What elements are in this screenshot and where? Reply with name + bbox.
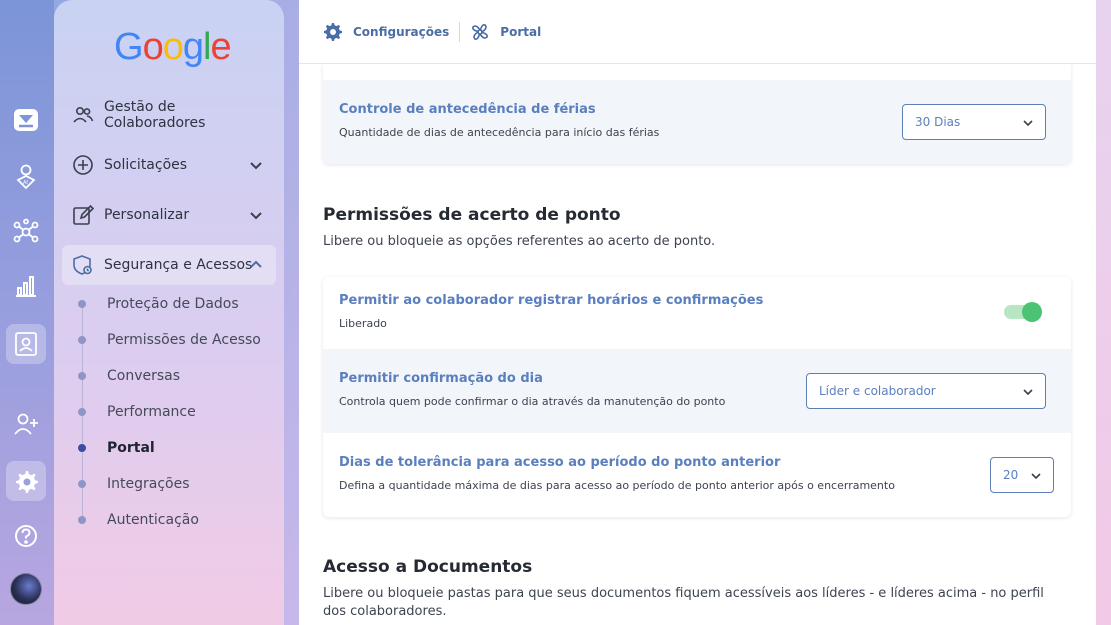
gear-icon	[324, 22, 342, 41]
chevron-down-icon	[250, 162, 262, 170]
fan-icon	[472, 23, 489, 40]
punch-section-title: Permissões de acerto de ponto	[323, 205, 621, 225]
punch-section-desc: Libere ou bloqueie as opções referentes …	[323, 234, 716, 249]
sidebar-subitem-performance[interactable]: Performance	[74, 402, 196, 422]
select-value: Líder e colaborador	[819, 384, 936, 398]
select-value: 20	[1003, 468, 1019, 482]
profile-card-icon[interactable]	[6, 324, 46, 364]
logo-letter: g	[182, 26, 204, 68]
settings-content: Controle de antecedência de férias Quant…	[299, 65, 1096, 625]
bullet-dot	[78, 408, 86, 416]
main-panel: Configurações Portal Controle de anteced…	[299, 0, 1096, 625]
google-logo: Google	[114, 26, 232, 69]
sidebar-subitem-integracoes[interactable]: Integrações	[74, 474, 190, 494]
chevron-down-icon	[1031, 473, 1041, 480]
punch-row-tolerance: Dias de tolerância para acesso ao períod…	[323, 433, 1071, 517]
sidebar-item-colaboradores[interactable]: Gestão de Colaboradores	[62, 95, 276, 135]
row-desc: Controla quem pode confirmar o dia atrav…	[339, 395, 726, 408]
sidebar-item-label: Solicitações	[104, 157, 188, 173]
subitem-label: Performance	[107, 404, 196, 420]
users-icon	[72, 104, 94, 126]
subitem-label: Proteção de Dados	[107, 296, 239, 312]
bullet-dot	[78, 444, 86, 452]
shield-icon	[72, 254, 94, 276]
sidebar-subitem-portal[interactable]: Portal	[74, 438, 155, 458]
sidebar: Google Gestão de Colaboradores Solicitaç…	[54, 0, 284, 625]
row-title: Permitir ao colaborador registrar horári…	[339, 293, 764, 308]
subitem-label: Integrações	[107, 476, 190, 492]
logo-letter: G	[114, 26, 144, 68]
sidebar-item-solicitacoes[interactable]: Solicitações	[62, 145, 276, 185]
sidebar-item-label: Segurança e Acessos	[104, 257, 253, 273]
chevron-down-icon	[1023, 120, 1033, 127]
logo-letter: e	[210, 26, 231, 68]
bullet-dot	[78, 516, 86, 524]
breadcrumb-settings[interactable]: Configurações	[323, 22, 449, 42]
tolerance-days-select[interactable]: 20	[990, 457, 1054, 493]
bullet-dot	[78, 336, 86, 344]
vacation-title: Controle de antecedência de férias	[339, 102, 596, 117]
chevron-down-icon	[1023, 389, 1033, 396]
network-icon[interactable]	[6, 212, 46, 252]
subitem-label: Conversas	[107, 368, 181, 384]
vacation-card: Controle de antecedência de férias Quant…	[323, 65, 1071, 164]
sidebar-subitem-conversas[interactable]: Conversas	[74, 366, 180, 386]
plus-circle-icon	[72, 154, 94, 176]
breadcrumb: Configurações Portal	[299, 0, 1096, 64]
bullet-dot	[78, 480, 86, 488]
logo-letter: o	[142, 26, 164, 68]
sidebar-item-personalizar[interactable]: Personalizar	[62, 195, 276, 235]
punch-card: Permitir ao colaborador registrar horári…	[323, 277, 1071, 517]
row-title: Dias de tolerância para acesso ao períod…	[339, 455, 781, 470]
register-toggle[interactable]	[1004, 302, 1042, 322]
docs-section-title: Acesso a Documentos	[323, 557, 533, 577]
avatar[interactable]	[10, 573, 42, 605]
sidebar-subitem-protecao[interactable]: Proteção de Dados	[74, 294, 239, 314]
edit-icon	[72, 204, 94, 226]
vacation-days-select[interactable]: 30 Dias	[902, 104, 1046, 140]
help-icon[interactable]	[6, 516, 46, 556]
punch-row-confirm: Permitir confirmação do dia Controla que…	[323, 349, 1071, 433]
row-desc: Liberado	[339, 317, 387, 330]
select-value: 30 Dias	[915, 115, 961, 129]
confirm-day-select[interactable]: Líder e colaborador	[806, 373, 1046, 409]
chart-icon[interactable]	[6, 266, 46, 306]
subitem-label: Permissões de Acesso	[107, 332, 261, 348]
subitem-label: Portal	[107, 440, 155, 456]
add-user-icon[interactable]	[6, 404, 46, 444]
toggle-knob	[1022, 302, 1042, 322]
scrollbar[interactable]	[1096, 0, 1111, 625]
sidebar-item-label: Personalizar	[104, 207, 190, 223]
svg-text:AI: AI	[23, 180, 28, 186]
row-title: Permitir confirmação do dia	[339, 371, 543, 386]
breadcrumb-divider	[459, 21, 461, 42]
bullet-dot	[78, 300, 86, 308]
chevron-up-icon	[250, 260, 262, 268]
sidebar-subitem-autenticacao[interactable]: Autenticação	[74, 510, 199, 530]
subitem-label: Autenticação	[107, 512, 199, 528]
icon-rail: AI	[0, 0, 54, 625]
chevron-down-icon	[250, 212, 262, 220]
vacation-desc: Quantidade de dias de antecedência para …	[339, 126, 660, 139]
punch-row-register: Permitir ao colaborador registrar horári…	[323, 277, 1071, 349]
settings-icon[interactable]	[6, 461, 46, 501]
ai-user-icon[interactable]: AI	[6, 156, 46, 196]
inbox-icon[interactable]	[6, 100, 46, 140]
bullet-dot	[78, 372, 86, 380]
docs-section-desc: Libere ou bloqueie pastas para que seus …	[323, 586, 1044, 619]
breadcrumb-portal[interactable]: Portal	[470, 22, 541, 42]
breadcrumb-label: Configurações	[353, 24, 450, 39]
vacation-row: Controle de antecedência de férias Quant…	[323, 80, 1071, 164]
logo-letter: o	[162, 26, 184, 68]
sidebar-item-label: Gestão de Colaboradores	[104, 99, 206, 131]
sidebar-item-seguranca[interactable]: Segurança e Acessos	[62, 245, 276, 285]
logo-letter: l	[202, 26, 212, 68]
row-desc: Defina a quantidade máxima de dias para …	[339, 479, 895, 492]
sidebar-subitem-permissoes[interactable]: Permissões de Acesso	[74, 330, 261, 350]
breadcrumb-label: Portal	[500, 24, 542, 39]
